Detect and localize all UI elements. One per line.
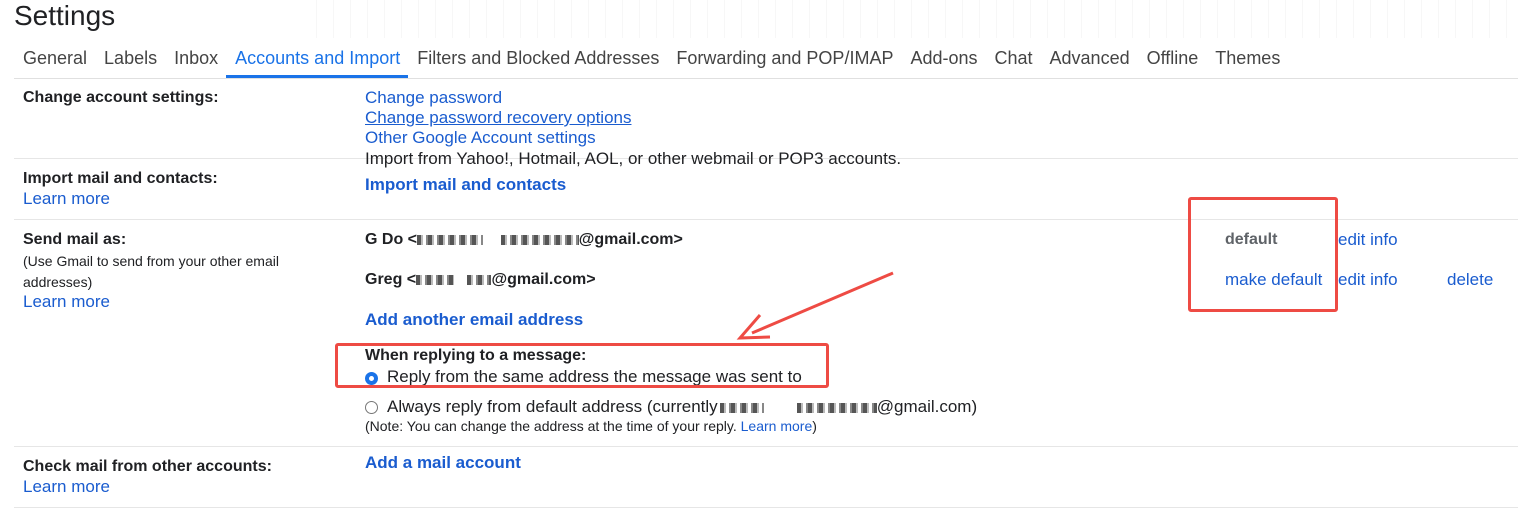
annotation-arrow-icon <box>736 271 894 340</box>
